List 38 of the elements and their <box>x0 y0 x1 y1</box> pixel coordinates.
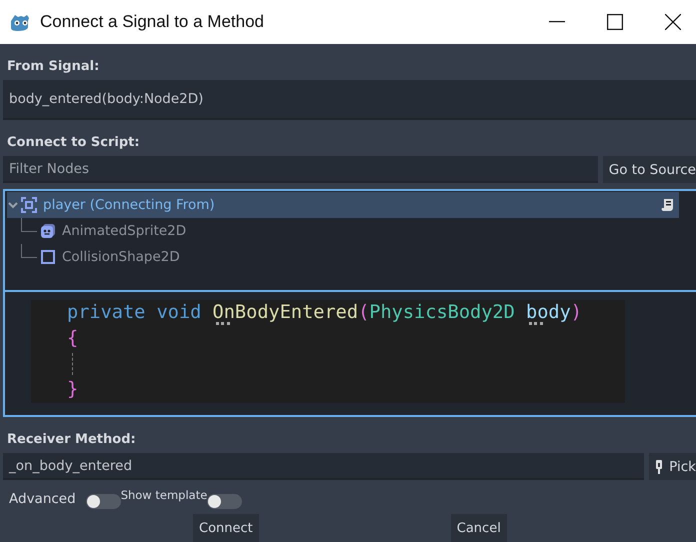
sprite-face-icon <box>40 223 56 239</box>
close-icon <box>665 14 681 30</box>
dialog-button[interactable]: Cancel <box>450 514 507 542</box>
option-label: Show template <box>120 488 208 502</box>
node-label: player (Connecting From) <box>43 197 216 213</box>
hint-dots <box>216 322 230 326</box>
pick-button[interactable]: Pick <box>649 453 696 480</box>
node-frame-icon <box>21 197 37 213</box>
maximize-icon <box>607 14 623 30</box>
tree-row[interactable]: player (Connecting From) <box>7 192 679 218</box>
signal-field[interactable]: body_entered(body:Node2D) <box>3 80 696 120</box>
script-icon[interactable] <box>661 198 675 212</box>
indent-guide <box>72 352 73 375</box>
tree-row[interactable]: CollisionShape2D <box>7 244 679 270</box>
go-to-source-button[interactable]: Go to Source <box>602 156 696 183</box>
tree-row[interactable]: AnimatedSprite2D <box>7 218 679 244</box>
option-label: Advanced <box>9 491 76 507</box>
minimize-icon <box>549 21 565 23</box>
dialog-button[interactable]: Connect <box>193 514 259 542</box>
toggle-switch[interactable] <box>86 494 121 509</box>
section-label: Connect to Script: <box>6 134 141 152</box>
node-label: CollisionShape2D <box>62 249 181 265</box>
app-logo-icon <box>10 12 32 32</box>
code-line: private void OnBodyEntered(PhysicsBody2D body) <box>67 301 583 326</box>
hint-dots <box>529 322 544 326</box>
section-label: Receiver Method: <box>6 430 137 448</box>
window-title: Connect a Signal to a Method <box>40 12 265 32</box>
toggle-switch[interactable] <box>207 494 242 509</box>
filter-field[interactable]: Filter Nodes <box>3 156 598 183</box>
dropper-icon <box>655 460 664 474</box>
method-field[interactable]: _on_body_entered <box>3 453 644 480</box>
node-label: AnimatedSprite2D <box>62 223 188 239</box>
square-icon <box>40 249 56 265</box>
section-label: From Signal: <box>6 58 100 76</box>
tree-line <box>21 218 37 232</box>
tree-line <box>21 244 37 258</box>
code-line: { <box>67 326 80 351</box>
code-line: } <box>67 378 80 402</box>
